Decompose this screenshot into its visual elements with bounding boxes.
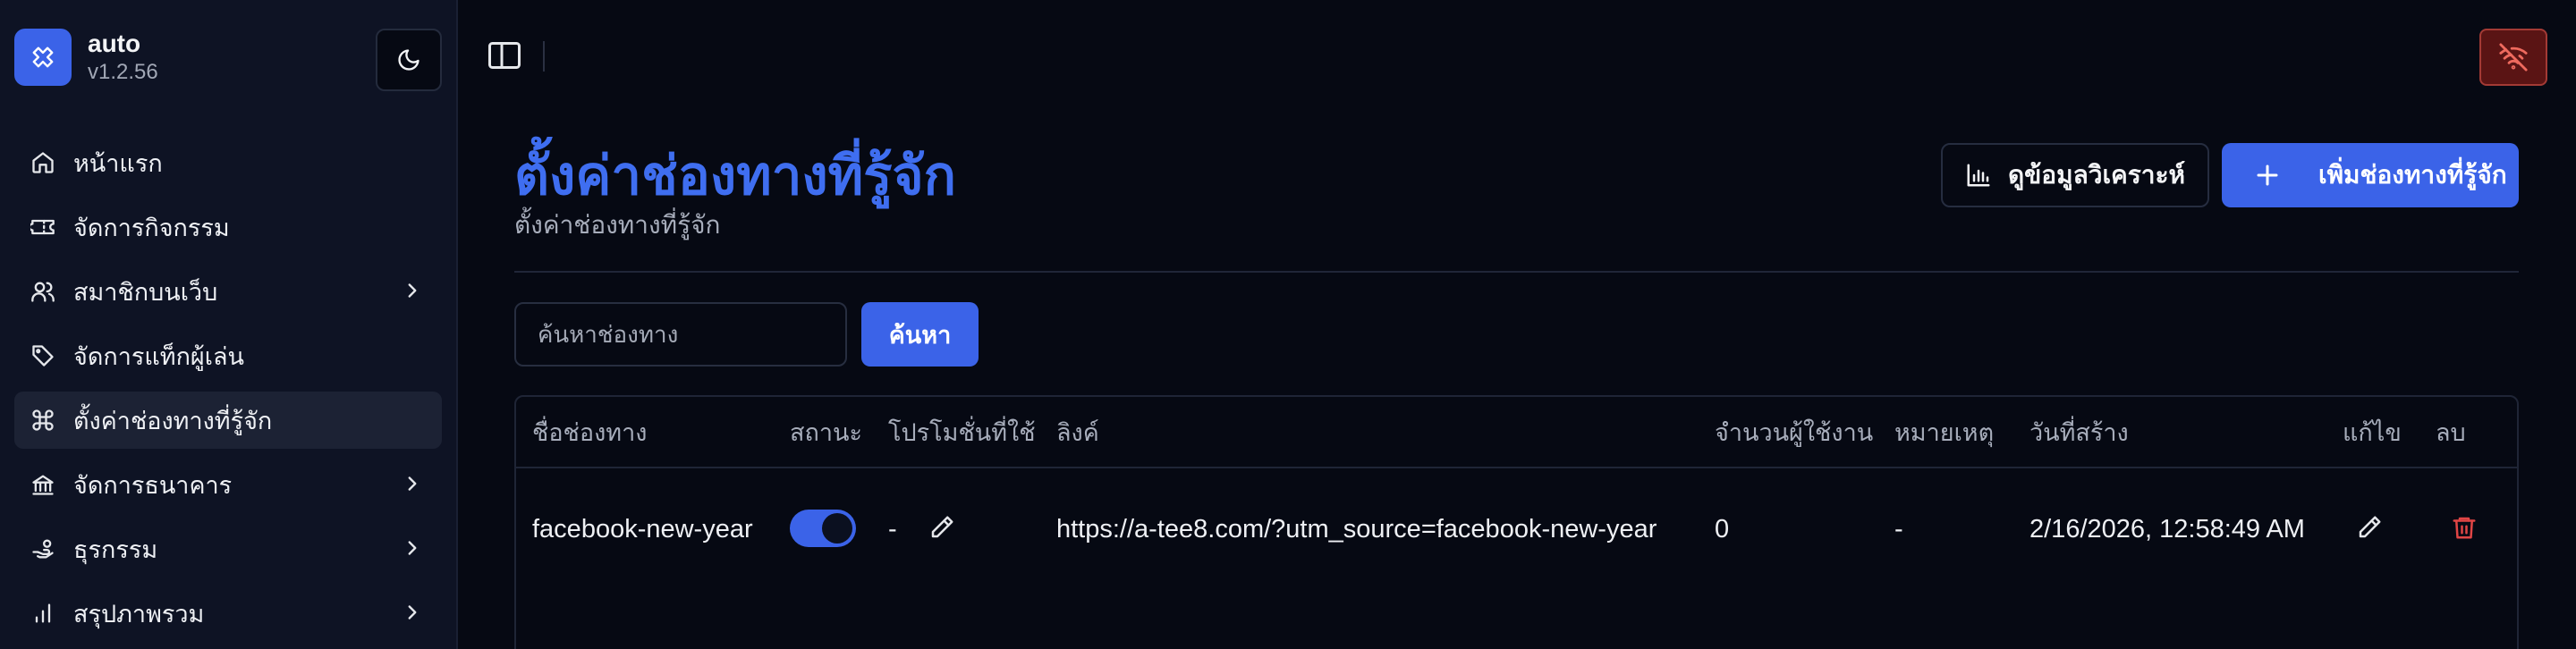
column-header-status[interactable]: สถานะ [790, 417, 862, 449]
trash-icon [2451, 514, 2478, 541]
sidebar-item-banks[interactable]: จัดการธนาคาร [14, 456, 442, 513]
app-version: v1.2.56 [88, 60, 158, 84]
status-toggle[interactable] [790, 510, 856, 547]
chevron-right-icon [401, 601, 424, 624]
hand-coins-icon [29, 535, 57, 563]
sidebar-item-home[interactable]: หน้าแรก [14, 134, 442, 191]
pencil-icon [2356, 514, 2383, 541]
home-icon [29, 148, 57, 177]
table-row: facebook-new-year - https://a-tee8.com/?… [516, 470, 2517, 586]
tag-icon [29, 341, 57, 370]
sidebar-item-known-channels[interactable]: ตั้งค่าช่องทางที่รู้จัก [14, 392, 442, 449]
wifi-off-icon [2498, 42, 2529, 72]
header-divider [514, 271, 2519, 273]
bank-icon [29, 470, 57, 499]
toolbar-divider [543, 41, 545, 72]
column-header-created[interactable]: วันที่สร้าง [2029, 417, 2129, 449]
view-analytics-label: ดูข้อมูลวิเคราะห์ [2007, 161, 2186, 189]
app-logo-icon [14, 29, 72, 86]
view-analytics-button[interactable]: ดูข้อมูลวิเคราะห์ [1941, 143, 2209, 207]
search-button[interactable]: ค้นหา [861, 302, 979, 367]
ticket-icon [29, 213, 57, 241]
moon-icon [396, 47, 421, 72]
sidebar-item-transactions[interactable]: ธุรกรรม [14, 520, 442, 577]
sidebar-item-label: ตั้งค่าช่องทางที่รู้จัก [73, 407, 273, 434]
sidebar: auto v1.2.56 หน้าแรก จัดการกิจกรรม สมาชิ… [0, 0, 458, 649]
sidebar-item-label: จัดการแท็กผู้เล่น [73, 342, 244, 370]
theme-toggle-button[interactable] [376, 29, 442, 91]
plus-icon [2254, 162, 2281, 189]
command-icon [29, 406, 57, 434]
panel-left-icon [487, 39, 522, 72]
table-header: ชื่อช่องทาง สถานะ โปรโมชั่นที่ใช้ ลิงค์ … [516, 397, 2517, 468]
channel-name: facebook-new-year [532, 515, 753, 544]
bar-chart-icon [1965, 162, 1992, 189]
sidebar-item-label: จัดการธนาคาร [73, 471, 233, 499]
chevron-right-icon [401, 536, 424, 560]
sidebar-item-overview[interactable]: สรุปภาพรวม [14, 585, 442, 642]
column-header-users[interactable]: จำนวนผู้ใช้งาน [1715, 417, 1873, 449]
promotion-value: - [888, 515, 897, 544]
sidebar-item-label: สมาชิกบนเว็บ [73, 278, 218, 306]
sidebar-item-activities[interactable]: จัดการกิจกรรม [14, 198, 442, 256]
sidebar-toggle-button[interactable] [487, 39, 522, 72]
created-date: 2/16/2026, 12:58:49 AM [2029, 515, 2305, 544]
note-value: - [1894, 515, 1903, 544]
column-header-delete: ลบ [2436, 419, 2466, 446]
pencil-icon [928, 514, 955, 541]
chevron-right-icon [401, 472, 424, 495]
column-header-note[interactable]: หมายเหตุ [1894, 417, 1994, 449]
chevron-right-icon [401, 279, 424, 302]
bar-chart-icon [29, 599, 57, 628]
edit-button[interactable] [2353, 511, 2385, 544]
column-header-name[interactable]: ชื่อช่องทาง [532, 417, 647, 449]
connection-status-button[interactable] [2479, 29, 2547, 86]
sidebar-item-label: หน้าแรก [73, 149, 163, 177]
add-channel-label: เพิ่มช่องทางที่รู้จัก [2318, 161, 2507, 189]
page-title: ตั้งค่าช่องทางที่รู้จัก [514, 146, 956, 206]
brand[interactable]: auto v1.2.56 [14, 29, 158, 86]
column-header-link[interactable]: ลิงค์ [1056, 417, 1099, 449]
sidebar-item-label: จัดการกิจกรรม [73, 214, 230, 241]
column-header-promotion[interactable]: โปรโมชั่นที่ใช้ [888, 417, 1036, 449]
column-header-edit: แก้ไข [2343, 419, 2402, 446]
edit-promotion-button[interactable] [926, 511, 958, 544]
channel-link[interactable]: https://a-tee8.com/?utm_source=facebook-… [1056, 513, 1657, 545]
sidebar-item-members[interactable]: สมาชิกบนเว็บ [14, 263, 442, 320]
page-subtitle: ตั้งค่าช่องทางที่รู้จัก [514, 211, 721, 239]
sidebar-item-player-tags[interactable]: จัดการแท็กผู้เล่น [14, 327, 442, 384]
toggle-knob [822, 513, 852, 544]
user-count: 0 [1715, 515, 1730, 544]
add-channel-button[interactable]: เพิ่มช่องทางที่รู้จัก [2222, 143, 2519, 207]
delete-button[interactable] [2448, 511, 2480, 544]
sidebar-nav: หน้าแรก จัดการกิจกรรม สมาชิกบนเว็บ จัดกา… [14, 134, 442, 649]
channel-search-input[interactable] [514, 302, 847, 367]
channels-table: ชื่อช่องทาง สถานะ โปรโมชั่นที่ใช้ ลิงค์ … [514, 395, 2519, 649]
users-icon [29, 277, 57, 306]
sidebar-item-label: ธุรกรรม [73, 535, 158, 563]
app-name: auto [88, 30, 141, 57]
sidebar-item-label: สรุปภาพรวม [73, 600, 205, 628]
